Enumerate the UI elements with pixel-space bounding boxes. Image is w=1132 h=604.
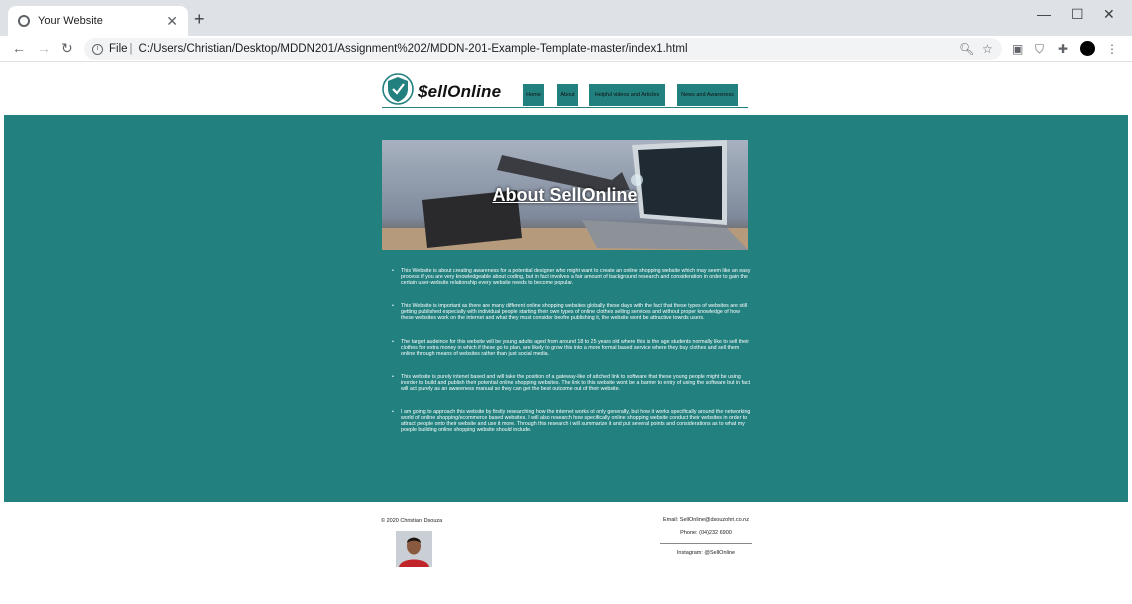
list-item: This Website is about creating awareness…	[392, 268, 754, 286]
close-icon[interactable]: ✕	[166, 13, 178, 30]
list-item: The target audeince for this website wil…	[392, 339, 754, 357]
browser-toolbar: ← → ↻ i File | C:/Users/Christian/Deskto…	[0, 36, 1132, 62]
contact-instagram[interactable]: Instagram: @SellOnline	[660, 550, 752, 556]
bookmark-star-icon[interactable]: ☆	[982, 42, 993, 56]
site-header: $ellOnline Home About Helpful videos and…	[382, 70, 748, 108]
contact-divider	[660, 543, 752, 544]
list-item: I am going to approach this website by f…	[392, 409, 754, 433]
maximize-icon[interactable]: ☐	[1071, 6, 1084, 23]
main-content: About SellOnline This Website is about c…	[4, 115, 1128, 502]
url-text: C:/Users/Christian/Desktop/MDDN201/Assig…	[138, 43, 688, 55]
extension-icon[interactable]: ▣	[1012, 42, 1023, 56]
info-icon[interactable]: i	[92, 43, 103, 55]
list-item: This Website is important as there are m…	[392, 303, 754, 321]
puzzle-icon[interactable]: ✚	[1058, 42, 1068, 56]
nav-about[interactable]: About	[557, 84, 578, 106]
zoom-icon[interactable]: 🔍︎	[959, 42, 974, 56]
tab-title: Your Website	[38, 15, 103, 27]
shield-check-logo-icon	[382, 73, 414, 105]
minimize-icon[interactable]: —	[1037, 6, 1051, 22]
contact-info: Email: SellOnline@dsouzohri.co.nz Phone:…	[660, 517, 752, 563]
forward-icon[interactable]: →	[37, 40, 51, 56]
browser-tab[interactable]: Your Website ✕	[8, 6, 188, 36]
url-separator: |	[129, 43, 133, 55]
shield-extension-icon[interactable]: ⛉	[1035, 42, 1044, 57]
contact-phone: Phone: (04)232 6900	[680, 530, 732, 536]
back-icon[interactable]: ←	[12, 40, 26, 56]
new-tab-button[interactable]: +	[194, 10, 205, 28]
copyright-text: © 2020 Christian Dsouza	[381, 518, 443, 524]
author-photo	[396, 531, 432, 567]
window-close-icon[interactable]: ✕	[1103, 6, 1115, 23]
nav-home[interactable]: Home	[523, 84, 544, 106]
info-list: This Website is about creating awareness…	[392, 268, 754, 451]
web-page: $ellOnline Home About Helpful videos and…	[0, 62, 1132, 604]
profile-avatar[interactable]	[1080, 41, 1095, 56]
reload-icon[interactable]: ↻	[61, 40, 73, 57]
contact-email[interactable]: Email: SellOnline@dsouzohri.co.nz	[660, 517, 752, 523]
browser-tabstrip: Your Website ✕ + — ☐ ✕	[0, 0, 1132, 36]
globe-icon	[18, 15, 30, 27]
nav-helpful-videos[interactable]: Helpful videos and Articles	[589, 84, 665, 106]
url-prefix: File	[109, 43, 128, 55]
address-bar[interactable]: i File | C:/Users/Christian/Desktop/MDDN…	[84, 38, 1002, 60]
nav-news-awareness[interactable]: News and Awareness	[677, 84, 738, 106]
hero-banner: About SellOnline	[382, 140, 748, 250]
site-logo-text[interactable]: $ellOnline	[418, 82, 501, 102]
hero-title: About SellOnline	[492, 185, 638, 205]
menu-icon[interactable]: ⋮	[1106, 42, 1118, 56]
list-item: This website is purely intenet based and…	[392, 374, 754, 392]
